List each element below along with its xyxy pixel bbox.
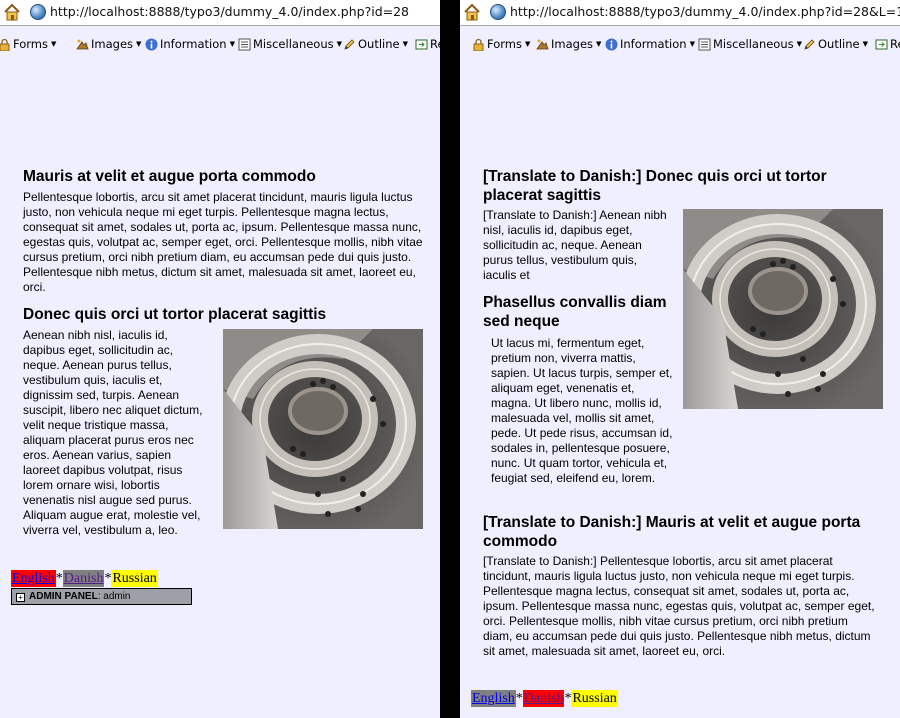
toolbar-outline-menu[interactable]: Outline ▼ [803, 37, 868, 51]
content-paragraph: [Translate to Danish:] Pellentesque lobo… [483, 554, 875, 658]
lang-link-danish[interactable]: Danish [522, 690, 565, 707]
information-icon [605, 38, 618, 50]
toolbar-resize-menu[interactable]: Re [415, 37, 440, 51]
miscellaneous-label: Miscellaneous [253, 37, 334, 51]
toolbar-forms-menu[interactable]: Forms ▼ [0, 37, 56, 51]
chevron-down-icon: ▼ [689, 40, 695, 48]
images-label: Images [91, 37, 134, 51]
lang-separator: * [564, 691, 572, 706]
chevron-down-icon: ▼ [524, 40, 531, 48]
language-menu: English*Danish*Russian [471, 690, 618, 707]
home-icon[interactable] [4, 3, 20, 21]
content-paragraph: Ut lacus mi, fermentum eget, pretium non… [491, 336, 673, 485]
url-text[interactable]: http://localhost:8888/typo3/dummy_4.0/in… [50, 4, 409, 19]
address-bar[interactable]: http://localhost:8888/typo3/dummy_4.0/in… [460, 0, 900, 26]
forms-label: Forms [13, 37, 48, 51]
chevron-down-icon: ▼ [796, 40, 803, 48]
images-icon [536, 39, 549, 49]
information-label: Information [620, 37, 687, 51]
lang-link-english[interactable]: English [11, 570, 56, 587]
lang-link-danish[interactable]: Danish [62, 570, 105, 587]
site-globe-icon [490, 4, 506, 20]
web-developer-toolbar: Forms ▼ Images ▼ Information ▼ Miscellaneou… [460, 27, 900, 61]
address-bar[interactable]: http://localhost:8888/typo3/dummy_4.0/in… [0, 0, 440, 26]
lang-separator: * [55, 571, 63, 586]
spiral-staircase-image [683, 209, 883, 409]
chevron-down-icon: ▼ [336, 40, 343, 48]
toolbar-resize-menu[interactable]: Re [875, 37, 900, 51]
forms-label: Forms [487, 37, 522, 51]
url-text[interactable]: http://localhost:8888/typo3/dummy_4.0/in… [510, 4, 900, 19]
chevron-down-icon: ▼ [862, 40, 868, 48]
admin-panel-toggle[interactable]: + ADMIN PANEL: admin [11, 588, 192, 605]
browser-pane-danish-language: http://localhost:8888/typo3/dummy_4.0/in… [460, 0, 900, 718]
lang-russian-unavailable: Russian [571, 690, 618, 707]
content-heading: Mauris at velit et augue porta commodo [23, 168, 316, 185]
resize-label: Re [430, 37, 440, 51]
chevron-down-icon: ▼ [402, 40, 408, 48]
resize-label: Re [890, 37, 900, 51]
resize-icon [415, 39, 428, 49]
content-paragraph: Aenean nibh nisl, iaculis id, dapibus eg… [23, 328, 203, 537]
outline-label: Outline [358, 37, 400, 51]
outline-pencil-icon [344, 38, 355, 50]
language-menu: English*Danish*Russian [11, 570, 158, 587]
home-icon[interactable] [464, 3, 480, 21]
toolbar-images-menu[interactable]: Images ▼ [536, 37, 601, 51]
toolbar-miscellaneous-menu[interactable]: Miscellaneous ▼ [698, 37, 802, 51]
forms-lock-icon [473, 38, 484, 51]
content-heading: Phasellus convallis diam sed neque [483, 294, 667, 330]
admin-user: : admin [97, 591, 131, 602]
expand-plus-icon[interactable]: + [16, 593, 25, 602]
information-label: Information [160, 37, 227, 51]
lang-link-english[interactable]: English [471, 690, 516, 707]
content-heading: [Translate to Danish:] Donec quis orci u… [483, 168, 827, 204]
chevron-down-icon: ▼ [229, 40, 235, 48]
outline-label: Outline [818, 37, 860, 51]
admin-panel-label: ADMIN PANEL [29, 591, 98, 602]
content-paragraph: [Translate to Danish:] Aenean nibh nisl,… [483, 208, 667, 282]
miscellaneous-icon [238, 38, 251, 50]
toolbar-miscellaneous-menu[interactable]: Miscellaneous ▼ [238, 37, 342, 51]
spiral-staircase-image [223, 329, 423, 529]
toolbar-information-menu[interactable]: Information ▼ [145, 37, 235, 51]
forms-lock-icon [0, 38, 10, 51]
content-heading: Donec quis orci ut tortor placerat sagit… [23, 306, 327, 323]
browser-pane-default-language: http://localhost:8888/typo3/dummy_4.0/in… [0, 0, 440, 718]
miscellaneous-label: Miscellaneous [713, 37, 794, 51]
resize-icon [875, 39, 888, 49]
chevron-down-icon: ▼ [136, 40, 142, 48]
lang-separator: * [515, 691, 523, 706]
pane-divider [440, 0, 460, 718]
toolbar-information-menu[interactable]: Information ▼ [605, 37, 695, 51]
outline-pencil-icon [804, 38, 815, 50]
information-icon [145, 38, 158, 50]
lang-separator: * [104, 571, 112, 586]
toolbar-forms-menu[interactable]: Forms ▼ [472, 37, 530, 51]
site-globe-icon [30, 4, 46, 20]
images-icon [76, 39, 89, 49]
images-label: Images [551, 37, 594, 51]
web-developer-toolbar: Forms ▼ Images ▼ Information ▼ Miscellaneou… [0, 27, 440, 61]
content-paragraph: Pellentesque lobortis, arcu sit amet pla… [23, 190, 423, 294]
toolbar-outline-menu[interactable]: Outline ▼ [343, 37, 408, 51]
chevron-down-icon: ▼ [50, 40, 57, 48]
toolbar-images-menu[interactable]: Images ▼ [76, 37, 141, 51]
lang-russian-unavailable: Russian [111, 570, 158, 587]
content-heading: [Translate to Danish:] Mauris at velit e… [483, 514, 861, 550]
miscellaneous-icon [698, 38, 711, 50]
chevron-down-icon: ▼ [596, 40, 602, 48]
